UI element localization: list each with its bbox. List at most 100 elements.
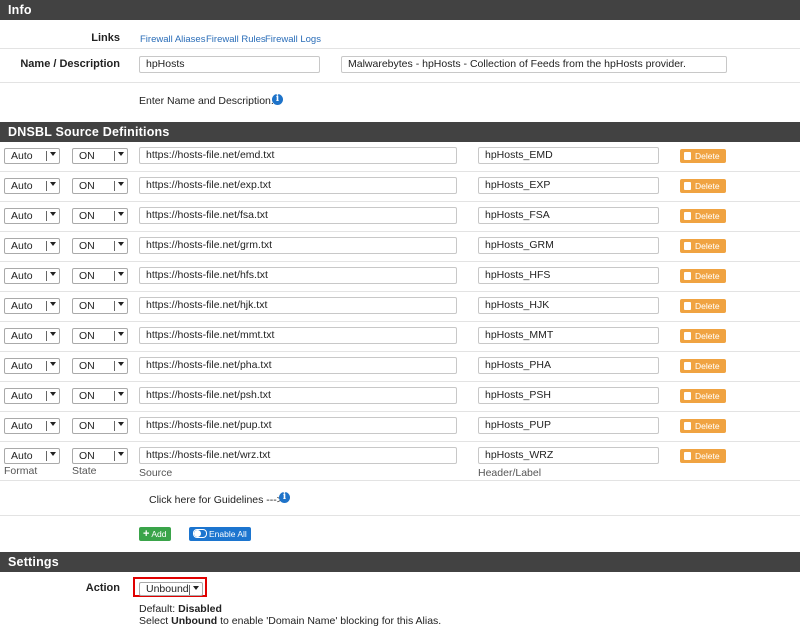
guidelines-info-icon[interactable]: i: [279, 492, 290, 503]
header-label-input[interactable]: hpHosts_WRZ: [478, 447, 659, 464]
delete-button[interactable]: Delete: [680, 359, 726, 373]
state-select-value: ON: [79, 390, 95, 402]
add-button[interactable]: + Add: [139, 527, 172, 541]
header-label-input[interactable]: hpHosts_FSA: [478, 207, 659, 224]
source-row: Auto ON https://hosts-file.net/grm.txt hpHo…: [0, 232, 800, 262]
guidelines-text[interactable]: Click here for Guidelines --->: [149, 494, 283, 506]
source-url-input[interactable]: https://hosts-file.net/hfs.txt: [139, 267, 457, 284]
link-firewall-logs[interactable]: Firewall Logs: [265, 34, 321, 45]
chevron-down-icon: [193, 586, 199, 590]
source-url-input[interactable]: https://hosts-file.net/fsa.txt: [139, 207, 457, 224]
format-select[interactable]: Auto: [4, 208, 60, 224]
delete-button[interactable]: Delete: [680, 419, 726, 433]
format-select[interactable]: Auto: [4, 148, 60, 164]
source-url-input[interactable]: https://hosts-file.net/hjk.txt: [139, 297, 457, 314]
header-label-input[interactable]: hpHosts_PSH: [478, 387, 659, 404]
source-url-input[interactable]: https://hosts-file.net/exp.txt: [139, 177, 457, 194]
help-prefix: Select: [139, 615, 172, 627]
header-label-input[interactable]: hpHosts_EXP: [478, 177, 659, 194]
source-row: Auto ON https://hosts-file.net/hjk.txt hpHo…: [0, 292, 800, 322]
plus-icon: +: [143, 528, 150, 540]
default-value: Disabled: [178, 603, 222, 615]
links-row: Links Firewall Aliases Firewall Rules Fi…: [0, 20, 800, 49]
delete-button[interactable]: Delete: [680, 149, 726, 163]
sources-panel: DNSBL Source Definitions Auto ON https://h…: [0, 122, 800, 546]
format-select[interactable]: Auto: [4, 358, 60, 374]
link-firewall-rules[interactable]: Firewall Rules: [206, 34, 266, 45]
select-separator: [114, 421, 115, 431]
header-label-input[interactable]: hpHosts_GRM: [478, 237, 659, 254]
format-select-value: Auto: [11, 210, 33, 222]
info-circle-icon[interactable]: i: [272, 94, 283, 105]
source-url-input[interactable]: https://hosts-file.net/wrz.txt: [139, 447, 457, 464]
select-separator: [46, 451, 47, 461]
col-format-label: Format: [4, 465, 38, 477]
delete-button-label: Delete: [695, 361, 720, 371]
state-select[interactable]: ON: [72, 148, 128, 164]
header-label-input[interactable]: hpHosts_EMD: [478, 147, 659, 164]
delete-button[interactable]: Delete: [680, 449, 726, 463]
select-separator: [46, 271, 47, 281]
action-row: Action Unbound Default: Disabled Select …: [0, 572, 800, 633]
state-select[interactable]: ON: [72, 208, 128, 224]
chevron-down-icon: [50, 332, 56, 336]
format-select[interactable]: Auto: [4, 268, 60, 284]
delete-button[interactable]: Delete: [680, 269, 726, 283]
delete-button[interactable]: Delete: [680, 329, 726, 343]
format-select[interactable]: Auto: [4, 328, 60, 344]
state-select-value: ON: [79, 180, 95, 192]
delete-button[interactable]: Delete: [680, 389, 726, 403]
header-label-input[interactable]: hpHosts_MMT: [478, 327, 659, 344]
select-separator: [46, 361, 47, 371]
state-select[interactable]: ON: [72, 238, 128, 254]
state-select[interactable]: ON: [72, 268, 128, 284]
action-select[interactable]: Unbound: [139, 582, 203, 596]
state-select[interactable]: ON: [72, 358, 128, 374]
name-input[interactable]: hpHosts: [139, 56, 320, 73]
source-url-input[interactable]: https://hosts-file.net/psh.txt: [139, 387, 457, 404]
description-input[interactable]: Malwarebytes - hpHosts - Collection of F…: [341, 56, 727, 73]
state-select[interactable]: ON: [72, 448, 128, 464]
state-select[interactable]: ON: [72, 178, 128, 194]
source-url-input[interactable]: https://hosts-file.net/pup.txt: [139, 417, 457, 434]
delete-button[interactable]: Delete: [680, 179, 726, 193]
format-select[interactable]: Auto: [4, 388, 60, 404]
format-select-value: Auto: [11, 420, 33, 432]
source-url-input[interactable]: https://hosts-file.net/emd.txt: [139, 147, 457, 164]
state-select[interactable]: ON: [72, 328, 128, 344]
header-label-input[interactable]: hpHosts_HJK: [478, 297, 659, 314]
format-select[interactable]: Auto: [4, 298, 60, 314]
link-firewall-aliases[interactable]: Firewall Aliases: [140, 34, 205, 45]
format-select[interactable]: Auto: [4, 448, 60, 464]
select-separator: [46, 241, 47, 251]
state-select[interactable]: ON: [72, 298, 128, 314]
state-select[interactable]: ON: [72, 388, 128, 404]
action-label: Action: [85, 582, 120, 594]
state-select[interactable]: ON: [72, 418, 128, 434]
header-label-input[interactable]: hpHosts_PHA: [478, 357, 659, 374]
header-label-input[interactable]: hpHosts_PUP: [478, 417, 659, 434]
delete-button[interactable]: Delete: [680, 239, 726, 253]
chevron-down-icon: [50, 302, 56, 306]
settings-panel: Settings Action Unbound Default: Disable…: [0, 552, 800, 633]
delete-button[interactable]: Delete: [680, 299, 726, 313]
format-select[interactable]: Auto: [4, 178, 60, 194]
format-select[interactable]: Auto: [4, 238, 60, 254]
state-select-value: ON: [79, 330, 95, 342]
source-url-input[interactable]: https://hosts-file.net/mmt.txt: [139, 327, 457, 344]
delete-button-label: Delete: [695, 211, 720, 221]
format-select-value: Auto: [11, 150, 33, 162]
source-row: Auto ON https://hosts-file.net/fsa.txt hpHo…: [0, 202, 800, 232]
header-label-input[interactable]: hpHosts_HFS: [478, 267, 659, 284]
source-url-input[interactable]: https://hosts-file.net/pha.txt: [139, 357, 457, 374]
enable-all-button[interactable]: Enable All: [189, 527, 251, 541]
chevron-down-icon: [118, 422, 124, 426]
format-select[interactable]: Auto: [4, 418, 60, 434]
source-row: Auto ON https://hosts-file.net/mmt.txt hpHo…: [0, 322, 800, 352]
select-separator: [114, 331, 115, 341]
add-button-label: Add: [151, 529, 167, 539]
delete-button[interactable]: Delete: [680, 209, 726, 223]
delete-button-label: Delete: [695, 391, 720, 401]
source-url-input[interactable]: https://hosts-file.net/grm.txt: [139, 237, 457, 254]
trash-icon: [684, 332, 691, 340]
